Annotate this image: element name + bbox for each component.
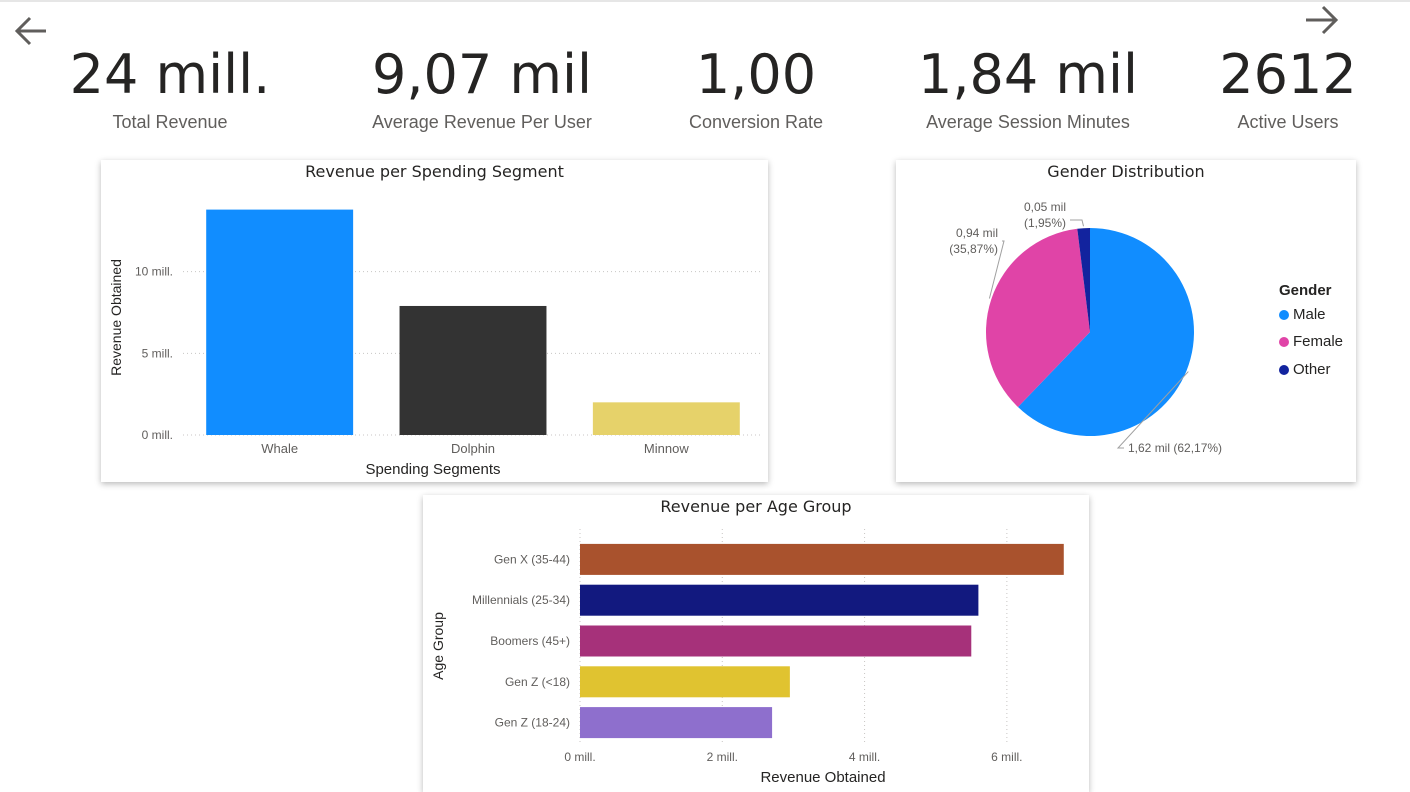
kpi-active-users: 2612 Active Users <box>1158 40 1410 133</box>
kpi-conversion-rate: 1,00 Conversion Rate <box>626 40 886 133</box>
bar-age-group <box>580 707 773 739</box>
kpi-value: 24 mill. <box>69 43 271 106</box>
legend-item-female[interactable]: Female <box>1279 333 1343 350</box>
pie-data-label: 0,94 mil <box>956 226 998 240</box>
x-tick-label: 0 mill. <box>564 750 595 764</box>
kpi-label: Total Revenue <box>112 112 228 132</box>
bar-whale <box>206 209 354 435</box>
pie-data-label: (35,87%) <box>949 242 998 256</box>
x-tick-label: 4 mill. <box>849 750 880 764</box>
pie-data-label: (1,95%) <box>1024 216 1066 230</box>
y-tick-label: Millennials (25-34) <box>472 593 570 607</box>
legend-label: Female <box>1293 333 1344 350</box>
bar-age-group <box>580 666 790 698</box>
kpi-value: 1,00 <box>695 43 817 106</box>
legend-item-other[interactable]: Other <box>1279 361 1331 378</box>
bar-age-group <box>580 543 1064 575</box>
x-axis-title: Spending Segments <box>365 461 500 478</box>
gender-chart-card[interactable]: Gender Distribution 1,62 mil (62,17%) 0,9… <box>896 160 1356 482</box>
pie-data-label: 1,62 mil (62,17%) <box>1128 441 1222 455</box>
kpi-total-revenue: 24 mill. Total Revenue <box>40 40 300 133</box>
legend-label: Other <box>1293 361 1331 378</box>
y-tick-label: 5 mill. <box>142 346 173 360</box>
y-tick-label: 10 mill. <box>135 265 173 279</box>
segment-chart-card[interactable]: Revenue per Spending Segment 0 mill. 5 mi… <box>101 160 768 482</box>
y-axis-title: Age Group <box>430 612 446 680</box>
y-tick-label: Boomers (45+) <box>490 634 570 648</box>
kpi-label: Average Revenue Per User <box>372 112 592 132</box>
kpi-label: Active Users <box>1237 112 1339 132</box>
kpi-value: 9,07 mil <box>371 43 592 106</box>
kpi-value: 1,84 mil <box>917 43 1138 106</box>
legend-item-male[interactable]: Male <box>1279 306 1326 323</box>
y-tick-label: 0 mill. <box>142 428 173 442</box>
x-tick-label: 2 mill. <box>707 750 738 764</box>
age-chart-card[interactable]: Revenue per Age Group 0 mill. 2 mill. 4 mi… <box>423 495 1089 792</box>
legend-dot <box>1279 364 1289 375</box>
legend-title: Gender <box>1279 282 1332 299</box>
kpi-label: Conversion Rate <box>688 112 824 132</box>
y-tick-label: Gen Z (<18) <box>505 675 570 689</box>
legend-label: Male <box>1293 306 1326 323</box>
x-tick-label: Whale <box>261 441 298 456</box>
forward-button[interactable] <box>1302 0 1342 40</box>
bar-age-group <box>580 625 972 657</box>
arrow-right-icon <box>1306 5 1339 35</box>
kpi-average-revenue-per-user: 9,07 mil Average Revenue Per User <box>352 40 612 133</box>
age-bar-chart: 0 mill. 2 mill. 4 mill. 6 mill. Gen X (35-44… <box>430 529 1064 786</box>
x-tick-label: 6 mill. <box>991 750 1022 764</box>
x-axis-title: Revenue Obtained <box>760 769 885 786</box>
leader-line <box>1070 219 1084 227</box>
x-tick-label: Minnow <box>644 441 689 456</box>
legend-dot <box>1279 336 1289 347</box>
bar-dolphin <box>399 305 547 435</box>
segment-bar-chart: 0 mill. 5 mill. 10 mill. Whale Dolphin Minnow… <box>108 209 763 478</box>
bar-age-group <box>580 584 979 616</box>
x-tick-label: Dolphin <box>451 441 495 456</box>
pie-data-label: 0,05 mil <box>1024 200 1066 214</box>
y-tick-label: Gen Z (18-24) <box>495 716 570 730</box>
kpi-label: Average Session Minutes <box>926 112 1130 132</box>
top-divider <box>0 0 1410 2</box>
kpi-average-session-minutes: 1,84 mil Average Session Minutes <box>898 40 1158 133</box>
y-tick-label: Gen X (35-44) <box>494 552 570 566</box>
y-axis-title: Revenue Obtained <box>108 259 124 376</box>
legend-dot <box>1279 309 1289 320</box>
bar-minnow <box>592 402 740 435</box>
kpi-value: 2612 <box>1219 43 1357 106</box>
